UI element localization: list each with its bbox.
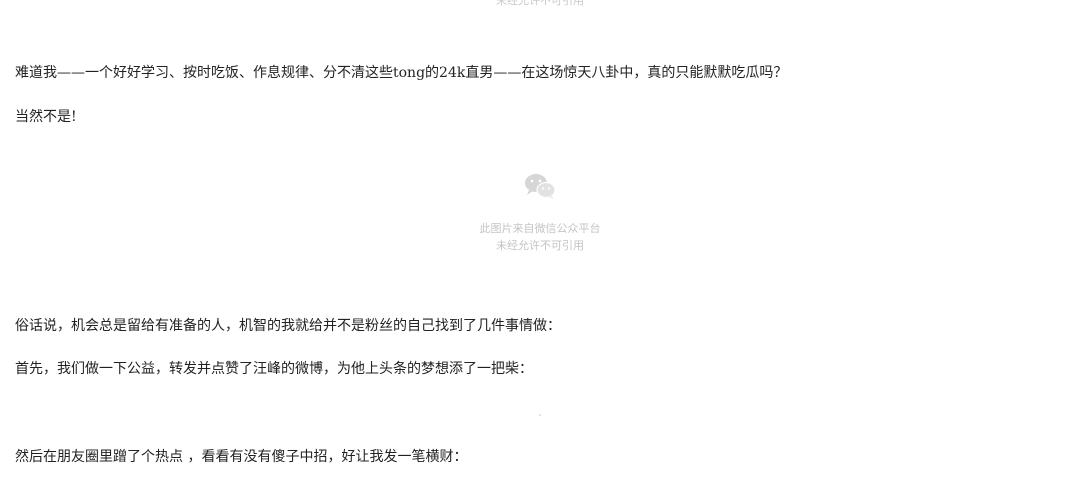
article-body: 未经允许不可引用 难道我——一个好好学习、按时吃饭、作息规律、分不清这些tong… [0, 0, 1080, 500]
paragraph-4: 首先，我们做一下公益，转发并点赞了汪峰的微博，为他上头条的梦想添了一把柴： [15, 361, 533, 377]
placeholder-caption-notice: 未经允许不可引用 [496, 239, 584, 252]
image-loading-dot [539, 414, 541, 416]
image-placeholder: 此图片来自微信公众平台 未经允许不可引用 [440, 172, 640, 267]
paragraph-3: 俗话说，机会总是留给有准备的人，机智的我就给并不是粉丝的自己找到了几件事情做： [15, 318, 561, 334]
paragraph-5: 然后在朋友圈里蹭了个热点 ，看看有没有傻子中招，好让我发一笔横财： [15, 449, 468, 465]
placeholder-caption-source: 此图片来自微信公众平台 [479, 222, 601, 235]
paragraph-1: 难道我——一个好好学习、按时吃饭、作息规律、分不清这些tong的24k直男——在… [15, 65, 788, 81]
image-watermark-top: 未经允许不可引用 [496, 0, 584, 7]
paragraph-2: 当然不是! [15, 109, 77, 125]
wechat-icon [525, 174, 556, 199]
